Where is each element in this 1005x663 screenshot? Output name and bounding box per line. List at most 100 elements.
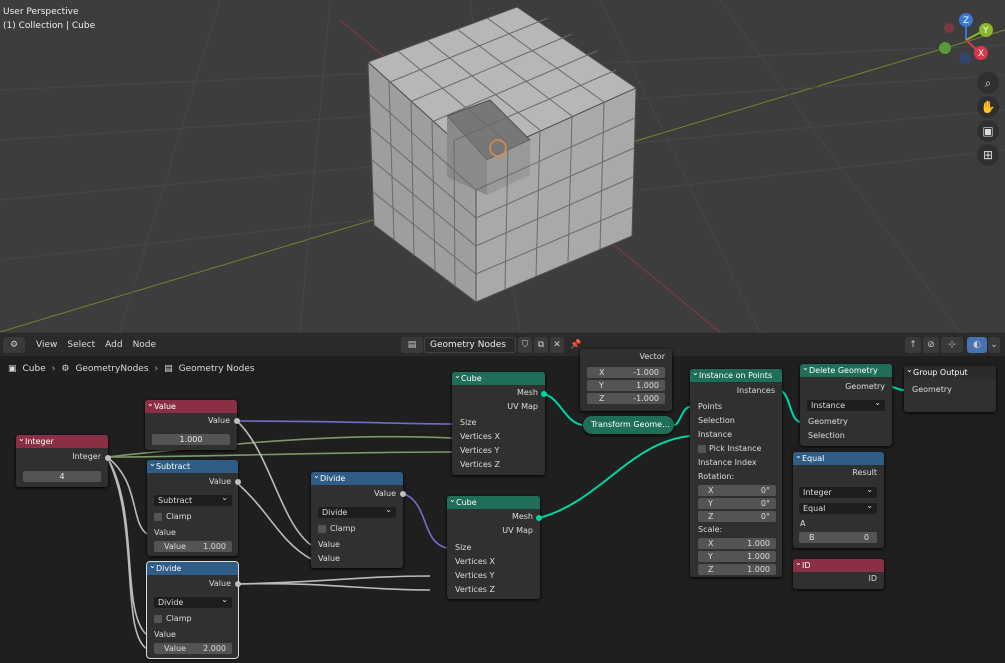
- output-label: Value: [209, 579, 231, 588]
- domain-select[interactable]: Instance: [807, 397, 885, 411]
- selection-input-label: Selection: [808, 431, 845, 440]
- hand-pan-icon[interactable]: ✋: [977, 96, 999, 118]
- integer-node[interactable]: Integer Integer 4: [16, 432, 111, 487]
- divide-node-2[interactable]: Divide Value Divide Clamp Value Value: [311, 469, 406, 568]
- rotation-x-field[interactable]: X 0°: [698, 485, 776, 496]
- vz-input-label: Vertices Z: [455, 585, 495, 594]
- vector-output-label: Vector: [639, 352, 666, 361]
- socket[interactable]: [541, 391, 547, 397]
- socket[interactable]: [235, 479, 241, 485]
- pick-instance-label: Pick Instance: [709, 444, 762, 453]
- instances-output-label: Instances: [736, 386, 775, 395]
- mode-select[interactable]: Equal: [799, 500, 877, 514]
- vy-input-label: Vertices Y: [460, 446, 500, 455]
- cube-node-2[interactable]: Cube Mesh UV Map Size Vertices X Vertice…: [447, 493, 542, 599]
- socket[interactable]: [400, 491, 406, 497]
- id-output-label: ID: [868, 574, 877, 583]
- node-title: Divide: [311, 469, 403, 485]
- mesh-output-label: Mesh: [511, 512, 533, 521]
- equal-node[interactable]: Equal Result Integer Equal A B0: [793, 449, 884, 548]
- scale-x-field[interactable]: X 1.000: [698, 538, 776, 549]
- svg-text:Y: Y: [982, 26, 989, 36]
- operation-select[interactable]: Divide: [154, 594, 232, 608]
- grid-icon[interactable]: ⊞: [977, 144, 999, 166]
- integer-output-label: Integer: [72, 452, 101, 461]
- id-node[interactable]: ID ID: [793, 556, 884, 589]
- a-input-label: A: [800, 519, 806, 528]
- vector-node[interactable]: Vector X -1.000 Y 1.000 Z -1.000: [580, 349, 672, 411]
- collection-label: (1) Collection | Cube: [3, 21, 96, 31]
- zoom-icon[interactable]: ⌕: [977, 72, 999, 94]
- input-label: Value: [318, 554, 340, 563]
- b-field[interactable]: B0: [799, 532, 877, 543]
- node-title: Delete Geometry: [800, 361, 892, 377]
- rotation-y-field[interactable]: Y 0°: [698, 498, 776, 509]
- socket[interactable]: [105, 455, 111, 461]
- instance-on-points-node[interactable]: Instance on Points Instances Points Sele…: [690, 366, 782, 577]
- operation-select[interactable]: Divide: [318, 504, 396, 518]
- node-editor[interactable]: ⚙ View Select Add Node ▤ Geometry Nodes …: [0, 332, 1005, 663]
- integer-value-field[interactable]: 4: [23, 471, 101, 482]
- scale-y-field[interactable]: Y 1.000: [698, 551, 776, 562]
- 3d-viewport[interactable]: Z Y X User Perspective (1) Collection | …: [0, 0, 1005, 332]
- output-label: Value: [374, 489, 396, 498]
- clamp-checkbox[interactable]: [154, 615, 162, 623]
- input-label: Value: [154, 630, 176, 639]
- node-title: Instance on Points: [690, 366, 782, 382]
- axis-gizmo: Z Y X: [939, 13, 993, 64]
- instance-index-label: Instance Index: [698, 458, 757, 467]
- transform-geometry-node[interactable]: Transform Geome...: [583, 416, 674, 434]
- node-title: Transform Geome...: [591, 420, 670, 429]
- rotation-label: Rotation:: [698, 472, 735, 481]
- geometry-output-label: Geometry: [845, 382, 885, 391]
- delete-geometry-node[interactable]: Delete Geometry Geometry Instance Geomet…: [800, 361, 892, 446]
- value-output-label: Value: [208, 416, 230, 425]
- clamp-label: Clamp: [166, 512, 192, 521]
- svg-text:Z: Z: [963, 16, 969, 26]
- vx-input-label: Vertices X: [455, 557, 495, 566]
- clamp-checkbox[interactable]: [318, 525, 326, 533]
- value-input[interactable]: Value 1.000: [154, 541, 232, 552]
- vx-input-label: Vertices X: [460, 432, 500, 441]
- uvmap-output-label: UV Map: [507, 402, 538, 411]
- output-label: Value: [209, 477, 231, 486]
- operation-select[interactable]: Subtract: [154, 492, 232, 506]
- socket[interactable]: [235, 581, 241, 587]
- value-node[interactable]: Value Value 1.000: [145, 397, 240, 450]
- rotation-z-field[interactable]: Z 0°: [698, 511, 776, 522]
- subtract-node[interactable]: Subtract Value Subtract Clamp Value Valu…: [147, 457, 241, 556]
- vy-input-label: Vertices Y: [455, 571, 495, 580]
- y-field[interactable]: Y 1.000: [587, 380, 665, 391]
- view-label: User Perspective: [3, 7, 79, 17]
- size-input-label: Size: [455, 543, 472, 552]
- scale-z-field[interactable]: Z 1.000: [698, 564, 776, 575]
- node-title: Cube: [447, 493, 540, 509]
- divide-node[interactable]: Divide Value Divide Clamp Value Value2.0…: [146, 559, 241, 659]
- data-type-select[interactable]: Integer: [799, 484, 877, 498]
- input-label: Value: [318, 540, 340, 549]
- scale-label: Scale:: [698, 525, 723, 534]
- value-input[interactable]: Value 2.000: [154, 643, 232, 654]
- group-output-node[interactable]: Group Output Geometry: [904, 363, 996, 412]
- x-field[interactable]: X -1.000: [587, 367, 665, 378]
- value-field[interactable]: 1.000: [152, 434, 230, 445]
- camera-icon[interactable]: ▣: [977, 120, 999, 142]
- uvmap-output-label: UV Map: [502, 526, 533, 535]
- size-input-label: Size: [460, 418, 477, 427]
- z-field[interactable]: Z -1.000: [587, 393, 665, 404]
- clamp-checkbox[interactable]: [154, 513, 162, 521]
- node-title: Equal: [793, 449, 884, 465]
- socket[interactable]: [536, 515, 542, 521]
- node-title: Cube: [452, 369, 545, 385]
- node-title: Value: [145, 397, 237, 413]
- points-input-label: Points: [698, 402, 723, 411]
- cube-node[interactable]: Cube Mesh UV Map Size Vertices X Vertice…: [452, 369, 547, 475]
- mesh-output-label: Mesh: [516, 388, 538, 397]
- pick-instance-checkbox[interactable]: [698, 445, 706, 453]
- node-title: Group Output: [904, 363, 996, 379]
- svg-text:X: X: [978, 49, 984, 59]
- clamp-label: Clamp: [330, 524, 356, 533]
- socket[interactable]: [234, 418, 240, 424]
- viewport-scene: Z Y X: [0, 0, 1005, 332]
- selection-input-label: Selection: [698, 416, 735, 425]
